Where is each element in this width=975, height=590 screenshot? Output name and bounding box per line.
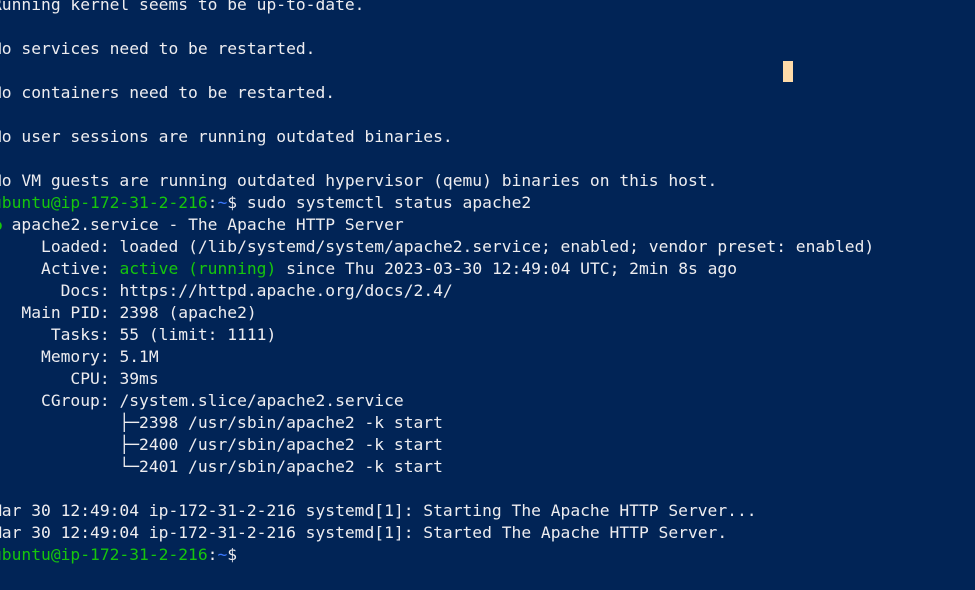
blank-line: [0, 478, 874, 500]
terminal-output: Running kernel seems to be up-to-date. N…: [0, 0, 874, 566]
active-line: Active: active (running) since Thu 2023-…: [0, 258, 874, 280]
prompt-line[interactable]: ubuntu@ip-172-31-2-216:~$: [0, 544, 874, 566]
active-label: Active:: [0, 259, 110, 278]
command-line: ubuntu@ip-172-31-2-216:~$ sudo systemctl…: [0, 192, 874, 214]
docs-link: https://httpd.apache.org/docs/2.4/: [119, 281, 453, 300]
cpu-value: 39ms: [119, 369, 159, 388]
services-message: No services need to be restarted.: [0, 39, 316, 58]
main-pid-value: 2398 (apache2): [119, 303, 257, 322]
prompt-path: ~: [217, 193, 228, 212]
loaded-value: loaded (/lib/systemd/system/apache2.serv…: [119, 237, 875, 256]
vm-guests-message: No VM guests are running outdated hyperv…: [0, 171, 718, 190]
cgroup-process-line: ├─2398 /usr/sbin/apache2 -k start: [0, 413, 443, 432]
prompt-separator: :: [207, 193, 218, 212]
tasks-label: Tasks:: [0, 325, 110, 344]
command-text: sudo systemctl status apache2: [246, 193, 532, 212]
cpu-label: CPU:: [0, 369, 110, 388]
prompt-separator: :: [207, 545, 218, 564]
blank-line: [0, 60, 874, 82]
active-dot-icon: ●: [0, 215, 2, 234]
cpu-line: CPU: 39ms: [0, 368, 874, 390]
active-since: since Thu 2023-03-30 12:49:04 UTC; 2min …: [286, 259, 738, 278]
loaded-line: Loaded: loaded (/lib/systemd/system/apac…: [0, 236, 874, 258]
unit-title: apache2.service - The Apache HTTP Server: [11, 215, 404, 234]
terminal-window[interactable]: Running kernel seems to be up-to-date. N…: [0, 0, 975, 590]
memory-line: Memory: 5.1M: [0, 346, 874, 368]
blank-line: [0, 104, 874, 126]
cgroup-process-line: ├─2400 /usr/sbin/apache2 -k start: [0, 435, 443, 454]
journal-log-line: Mar 30 12:49:04 ip-172-31-2-216 systemd[…: [0, 501, 757, 520]
unit-title-line: ● apache2.service - The Apache HTTP Serv…: [0, 214, 874, 236]
cgroup-line: CGroup: /system.slice/apache2.service: [0, 390, 874, 412]
kernel-message: Running kernel seems to be up-to-date.: [0, 0, 365, 14]
sessions-message: No user sessions are running outdated bi…: [0, 127, 453, 146]
main-pid-label: Main PID:: [0, 303, 110, 322]
tasks-line: Tasks: 55 (limit: 1111): [0, 324, 874, 346]
tasks-value: 55 (limit: 1111): [119, 325, 277, 344]
prompt-symbol: $: [227, 193, 238, 212]
memory-value: 5.1M: [119, 347, 159, 366]
blank-line: [0, 148, 874, 170]
active-state: active (running): [119, 259, 277, 278]
main-pid-line: Main PID: 2398 (apache2): [0, 302, 874, 324]
cgroup-label: CGroup:: [0, 391, 110, 410]
cgroup-value: /system.slice/apache2.service: [119, 391, 404, 410]
text-cursor: [783, 61, 793, 82]
cgroup-process-line: └─2401 /usr/sbin/apache2 -k start: [0, 457, 443, 476]
docs-label: Docs:: [0, 281, 110, 300]
prompt-user-host: ubuntu@ip-172-31-2-216: [0, 545, 208, 564]
prompt-user-host: ubuntu@ip-172-31-2-216: [0, 193, 208, 212]
journal-log-line: Mar 30 12:49:04 ip-172-31-2-216 systemd[…: [0, 523, 728, 542]
prompt-path: ~: [217, 545, 228, 564]
memory-label: Memory:: [0, 347, 110, 366]
loaded-label: Loaded:: [0, 237, 110, 256]
docs-line: Docs: https://httpd.apache.org/docs/2.4/: [0, 280, 874, 302]
prompt-symbol: $: [227, 545, 238, 564]
blank-line: [0, 16, 874, 38]
containers-message: No containers need to be restarted.: [0, 83, 336, 102]
